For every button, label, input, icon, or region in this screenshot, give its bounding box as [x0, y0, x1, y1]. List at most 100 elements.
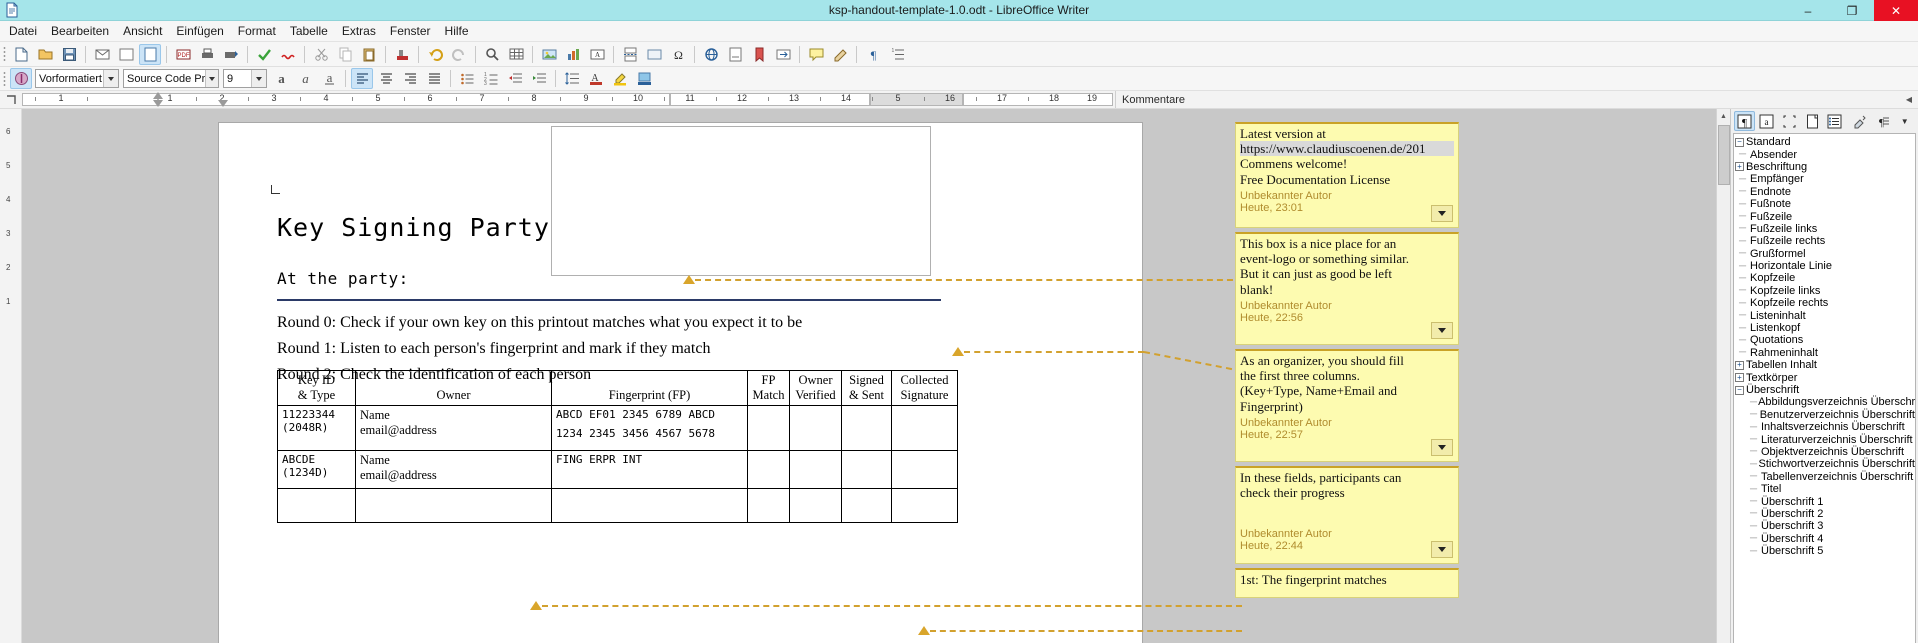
comment-item[interactable]: In these fields, participants can check …: [1235, 466, 1459, 564]
new-document-icon[interactable]: [10, 44, 32, 65]
style-item[interactable]: ─ Überschrift 4: [1734, 533, 1915, 545]
unordered-list-icon[interactable]: [456, 68, 478, 89]
style-item[interactable]: ─ Grußformel: [1734, 248, 1915, 260]
style-item[interactable]: ─ Inhaltsverzeichnis Überschrift: [1734, 421, 1915, 433]
redo-icon[interactable]: [448, 44, 470, 65]
style-item[interactable]: ─ Überschrift 3: [1734, 520, 1915, 532]
sidebar-tab-list-styles[interactable]: [1825, 111, 1846, 131]
line-numbering-icon[interactable]: 1: [886, 44, 908, 65]
cell-fp-match[interactable]: [747, 450, 790, 489]
comment-item[interactable]: 1st: The fingerprint matches: [1235, 568, 1459, 598]
clone-formatting-icon[interactable]: [391, 44, 413, 65]
menu-hilfe[interactable]: Hilfe: [438, 22, 476, 41]
align-right-icon[interactable]: [399, 68, 421, 89]
collapse-icon[interactable]: −: [1735, 137, 1744, 147]
fill-format-mode-icon[interactable]: [1849, 111, 1870, 131]
cell-signed-sent[interactable]: [841, 405, 892, 451]
cell-signed-sent[interactable]: [841, 488, 892, 523]
cut-icon[interactable]: [310, 44, 332, 65]
menu-einfuegen[interactable]: Einfügen: [169, 22, 230, 41]
scroll-up-icon[interactable]: ▲: [1717, 109, 1730, 123]
align-justified-icon[interactable]: [423, 68, 445, 89]
paragraph-style-apply-icon[interactable]: [10, 68, 32, 89]
insert-footnote-icon[interactable]: [724, 44, 746, 65]
increase-indent-icon[interactable]: [528, 68, 550, 89]
highlight-color-icon[interactable]: [609, 68, 631, 89]
toolbar-grip[interactable]: [3, 70, 6, 87]
find-replace-icon[interactable]: [481, 44, 503, 65]
sidebar-tab-character-styles[interactable]: a: [1757, 111, 1778, 131]
collapse-icon[interactable]: −: [1735, 385, 1744, 395]
chevron-down-icon[interactable]: [251, 70, 266, 87]
cell-collected-signature[interactable]: [891, 405, 958, 451]
bold-icon[interactable]: a: [270, 68, 292, 89]
cell-collected-signature[interactable]: [891, 450, 958, 489]
cell-owner[interactable]: [355, 488, 552, 523]
print-direct-icon[interactable]: [220, 44, 242, 65]
background-color-icon[interactable]: [633, 68, 655, 89]
menu-ansicht[interactable]: Ansicht: [116, 22, 169, 41]
ruler-corner-button[interactable]: [0, 91, 22, 108]
menu-fenster[interactable]: Fenster: [383, 22, 438, 41]
open-document-icon[interactable]: [34, 44, 56, 65]
vertical-ruler[interactable]: 6 5 4 3 2 1: [0, 109, 22, 643]
cell-key-id[interactable]: [277, 488, 356, 523]
edit-mode-icon[interactable]: [115, 44, 137, 65]
style-item[interactable]: ─ Literaturverzeichnis Überschrift: [1734, 433, 1915, 446]
align-left-icon[interactable]: [351, 68, 373, 89]
sidebar-tab-frame-styles[interactable]: [1779, 111, 1800, 131]
cell-fp-match[interactable]: [747, 405, 790, 451]
cell-fp-match[interactable]: [747, 488, 790, 523]
comment-anchor-marker[interactable]: [530, 601, 542, 610]
font-size-combobox[interactable]: 9: [223, 69, 267, 88]
cell-key-id[interactable]: ABCDE (1234D): [277, 450, 356, 489]
style-item[interactable]: ─ Horizontale Linie: [1734, 260, 1915, 272]
key-signing-table[interactable]: Key ID & Type Owner Fingerprint (FP) FP …: [277, 370, 958, 523]
expand-icon[interactable]: +: [1735, 162, 1744, 172]
style-item[interactable]: + Textkörper: [1734, 371, 1915, 384]
sidebar-tab-paragraph-styles[interactable]: ¶: [1734, 111, 1755, 131]
paste-icon[interactable]: [358, 44, 380, 65]
formatting-marks-icon[interactable]: ¶: [862, 44, 884, 65]
comment-link-text[interactable]: https://www.claudiuscoenen.de/201: [1240, 141, 1454, 157]
new-style-from-selection-icon[interactable]: ¶: [1872, 111, 1893, 131]
comment-item[interactable]: Latest version at https://www.claudiusco…: [1235, 122, 1459, 228]
style-item[interactable]: ─ Rahmeninhalt: [1734, 347, 1915, 359]
logo-placeholder-frame[interactable]: [551, 126, 931, 276]
insert-table-icon[interactable]: [505, 44, 527, 65]
chevron-down-icon[interactable]: [103, 70, 118, 87]
hanging-indent-marker[interactable]: [218, 100, 228, 107]
comment-menu-icon[interactable]: [1431, 439, 1453, 456]
style-item[interactable]: ─ Benutzerverzeichnis Überschrift: [1734, 409, 1915, 421]
comment-item[interactable]: As an organizer, you should fill the fir…: [1235, 349, 1459, 462]
insert-hyperlink-icon[interactable]: [700, 44, 722, 65]
style-item[interactable]: − Standard: [1734, 136, 1915, 148]
font-color-icon[interactable]: A: [585, 68, 607, 89]
comment-anchor-marker[interactable]: [952, 347, 964, 356]
style-item[interactable]: ─ Abbildungsverzeichnis Überschr: [1734, 396, 1915, 408]
collapse-comments-icon[interactable]: ◀: [1906, 95, 1912, 104]
underline-icon[interactable]: a: [318, 68, 340, 89]
toolbar-grip[interactable]: [3, 46, 6, 62]
expand-icon[interactable]: +: [1735, 360, 1744, 370]
first-line-indent-marker[interactable]: [153, 92, 163, 99]
style-item[interactable]: ─ Fußnote: [1734, 198, 1915, 210]
document-page[interactable]: Key Signing Party At the party: Round 0:…: [218, 122, 1143, 643]
minimize-button[interactable]: –: [1786, 0, 1830, 21]
insert-chart-icon[interactable]: [562, 44, 584, 65]
horizontal-ruler[interactable]: 1 1 2 3 4 5 6 7 8 9 10 11 12 13 14 5 16 …: [22, 91, 1115, 108]
menu-format[interactable]: Format: [231, 22, 283, 41]
insert-cross-reference-icon[interactable]: [772, 44, 794, 65]
maximize-button[interactable]: ❐: [1830, 0, 1874, 21]
print-icon[interactable]: [196, 44, 218, 65]
style-item[interactable]: ─ Fußzeile rechts: [1734, 235, 1915, 247]
styles-list[interactable]: − Standard ─ Absender + Beschriftung ─ Empfä…: [1733, 133, 1916, 643]
cell-fingerprint[interactable]: FING ERPR INT: [551, 450, 748, 489]
style-item[interactable]: ─ Überschrift 1: [1734, 495, 1915, 508]
insert-image-icon[interactable]: [538, 44, 560, 65]
style-item[interactable]: + Beschriftung: [1734, 161, 1915, 173]
cell-owner-verified[interactable]: [789, 488, 842, 523]
style-item[interactable]: ─ Listenkopf: [1734, 322, 1915, 334]
cell-owner[interactable]: Name email@address: [355, 405, 552, 451]
style-item[interactable]: ─ Endnote: [1734, 186, 1915, 198]
